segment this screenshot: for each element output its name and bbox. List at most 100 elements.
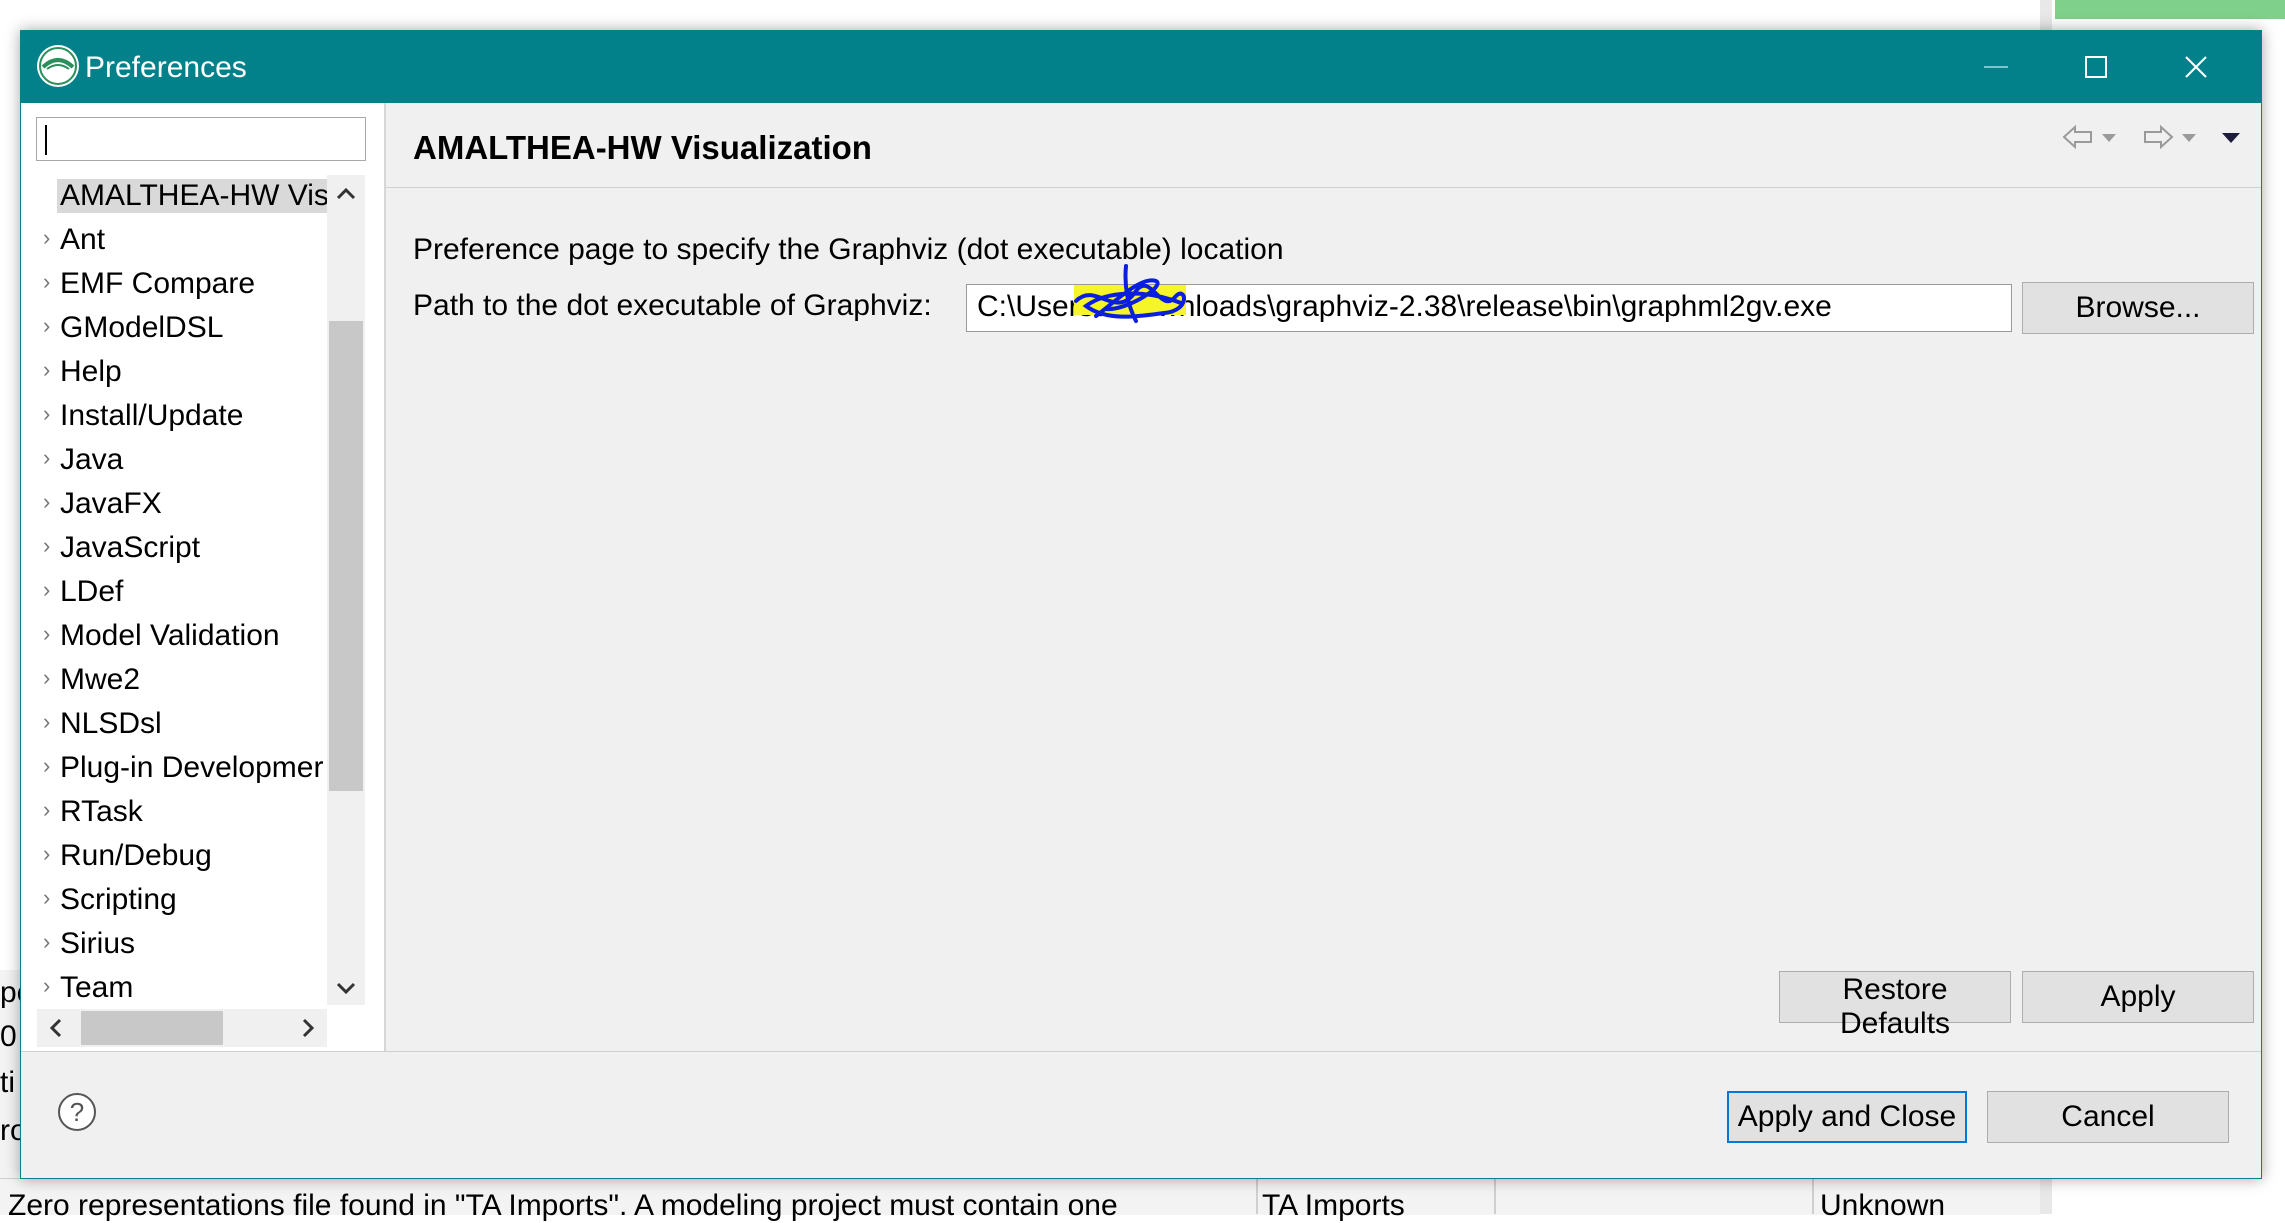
expand-chevron-icon[interactable]: › [43, 665, 50, 691]
background-fragment: ti [0, 1066, 15, 1099]
tree-item-label: NLSDsl [60, 707, 162, 740]
expand-chevron-icon[interactable]: › [43, 841, 50, 867]
close-button[interactable] [2161, 41, 2231, 93]
scroll-left-icon[interactable] [43, 1015, 69, 1041]
tree-item-label: Java [60, 443, 124, 476]
apply-button[interactable]: Apply [2022, 971, 2254, 1023]
background-fragment: ro [0, 1114, 20, 1147]
expand-chevron-icon[interactable]: › [43, 225, 50, 251]
problem-project: TA Imports [1262, 1189, 1405, 1222]
expand-chevron-icon[interactable]: › [43, 313, 50, 339]
tree-item-label: Model Validation [60, 619, 280, 652]
close-icon [2185, 56, 2207, 78]
tree-item-label: Help [60, 355, 122, 388]
tree-item-label: Scripting [60, 883, 177, 916]
title-separator [386, 187, 2261, 188]
preference-page: AMALTHEA-HW Visualization Preference pag… [386, 103, 2261, 1051]
tree-item[interactable]: AMALTHEA-HW Visu [21, 175, 327, 217]
tree-item-label: Plug-in Developmer [60, 751, 324, 784]
minimize-button[interactable] [1961, 41, 2031, 93]
dialog-title: Preferences [85, 51, 247, 84]
expand-chevron-icon[interactable]: › [43, 797, 50, 823]
page-title: AMALTHEA-HW Visualization [413, 129, 872, 166]
help-icon[interactable]: ? [56, 1091, 98, 1133]
tree-item-label: LDef [60, 575, 124, 608]
expand-chevron-icon[interactable]: › [43, 753, 50, 779]
tree-item[interactable]: › Scripting [21, 879, 327, 921]
column-divider [1256, 1178, 1258, 1214]
tree-item[interactable]: › Ant [21, 219, 327, 261]
tree-item[interactable]: › JavaScript [21, 527, 327, 569]
tree-item[interactable]: › Model Validation [21, 615, 327, 657]
tree-item[interactable]: › JavaFX [21, 483, 327, 525]
expand-chevron-icon[interactable]: › [43, 929, 50, 955]
column-divider [1494, 1178, 1496, 1214]
forward-dropdown-icon[interactable] [2179, 123, 2199, 151]
background-fragment: 0 [0, 1020, 17, 1053]
scroll-down-icon[interactable] [333, 975, 359, 1001]
expand-chevron-icon[interactable]: › [43, 621, 50, 647]
tree-item[interactable]: › Run/Debug [21, 835, 327, 877]
background-green-tab [2055, 0, 2285, 19]
restore-defaults-button[interactable]: Restore Defaults [1779, 971, 2011, 1040]
text-caret [45, 125, 47, 155]
eclipse-app-icon [37, 45, 79, 87]
filter-input[interactable] [36, 117, 366, 161]
back-dropdown-icon[interactable] [2099, 123, 2119, 151]
tree-item-label: GModelDSL [60, 311, 224, 344]
forward-arrow-icon[interactable] [2141, 123, 2175, 151]
tree-item[interactable]: › NLSDsl [21, 703, 327, 745]
problem-message: Zero representations file found in "TA I… [8, 1189, 1118, 1222]
scroll-right-icon[interactable] [295, 1015, 321, 1041]
tree-item[interactable]: › Help [21, 351, 327, 393]
tree-item-label: Team [60, 971, 134, 1004]
tree-item[interactable]: › Install/Update [21, 395, 327, 437]
tree-horizontal-scrollbar[interactable] [37, 1009, 327, 1047]
redaction-scribble [1074, 264, 1186, 323]
tree-item[interactable]: › Plug-in Developmer [21, 747, 327, 789]
expand-chevron-icon[interactable]: › [43, 445, 50, 471]
expand-chevron-icon[interactable]: › [43, 401, 50, 427]
tree-vertical-scrollbar[interactable] [327, 175, 365, 1005]
page-navigation [2061, 117, 2261, 157]
expand-chevron-icon[interactable]: › [43, 269, 50, 295]
tree-item[interactable]: › GModelDSL [21, 307, 327, 349]
expand-chevron-icon[interactable]: › [43, 357, 50, 383]
expand-chevron-icon[interactable]: › [43, 709, 50, 735]
cancel-button[interactable]: Cancel [1987, 1091, 2229, 1143]
background-problems-row[interactable]: Zero representations file found in "TA I… [0, 1178, 2040, 1222]
tree-item[interactable]: › LDef [21, 571, 327, 613]
footer-separator [21, 1051, 2261, 1052]
tree-item[interactable]: › Mwe2 [21, 659, 327, 701]
tree-item-label: Mwe2 [60, 663, 141, 696]
tree-item-label: JavaScript [60, 531, 201, 564]
view-menu-icon[interactable] [2219, 123, 2243, 151]
expand-chevron-icon[interactable]: › [43, 533, 50, 559]
minimize-icon [1984, 66, 2008, 68]
title-bar[interactable]: Preferences [21, 31, 2261, 103]
tree-item-label: EMF Compare [60, 267, 256, 300]
tree-item[interactable]: › RTask [21, 791, 327, 833]
tree-item-label: Install/Update [60, 399, 244, 432]
preferences-dialog: Preferences AMALTHEA-HW Visu › Ant › EMF Com… [20, 30, 2262, 1179]
maximize-icon [2085, 56, 2107, 78]
tree-item-label: Run/Debug [60, 839, 212, 872]
tree-item[interactable]: › Team [21, 967, 327, 1009]
expand-chevron-icon[interactable]: › [43, 973, 50, 999]
expand-chevron-icon[interactable]: › [43, 885, 50, 911]
back-arrow-icon[interactable] [2061, 123, 2095, 151]
apply-and-close-button[interactable]: Apply and Close [1727, 1091, 1967, 1143]
expand-chevron-icon[interactable]: › [43, 577, 50, 603]
tree-item[interactable]: › EMF Compare [21, 263, 327, 305]
scrollbar-thumb[interactable] [329, 321, 363, 791]
browse-button[interactable]: Browse... [2022, 282, 2254, 334]
tree-item-label: AMALTHEA-HW Visu [57, 179, 327, 213]
tree-item[interactable]: › Java [21, 439, 327, 481]
maximize-button[interactable] [2061, 41, 2131, 93]
scroll-up-icon[interactable] [333, 181, 359, 207]
scrollbar-thumb[interactable] [81, 1011, 223, 1045]
expand-chevron-icon[interactable]: › [43, 489, 50, 515]
column-divider [1812, 1178, 1814, 1214]
tree-item-label: Sirius [60, 927, 136, 960]
tree-item[interactable]: › Sirius [21, 923, 327, 965]
